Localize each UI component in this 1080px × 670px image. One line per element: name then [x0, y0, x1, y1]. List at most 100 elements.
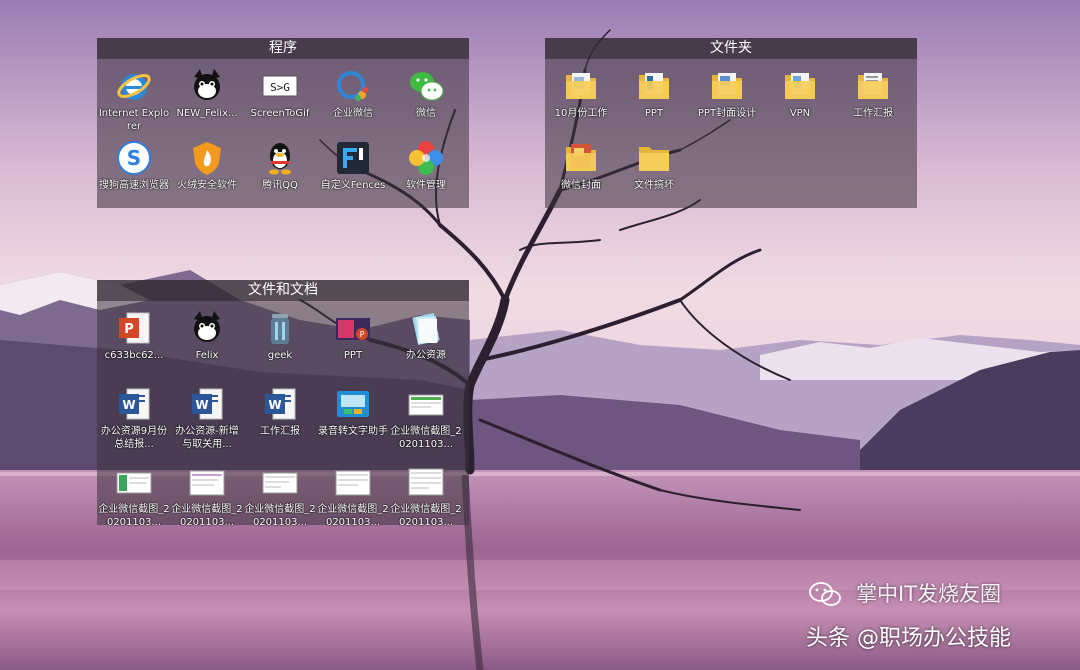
desktop-icon-sogou-browser[interactable]: S 搜狗高速浏览器	[98, 139, 170, 192]
desktop-icon-software-manager[interactable]: 软件管理	[390, 139, 462, 192]
desktop-folder-file-damaged[interactable]: 文件搞坏	[618, 139, 690, 192]
felix-cat-icon	[188, 309, 226, 347]
desktop-icon-internet-explorer[interactable]: Internet Explorer	[98, 67, 170, 133]
desktop-file-word-new-follow[interactable]: W 办公资源-新增与取关用...	[171, 385, 243, 451]
word-file-icon: W	[261, 385, 299, 423]
powerpoint-file-icon: P	[115, 309, 153, 347]
icon-label: 10月份工作	[554, 108, 608, 119]
icon-label: Felix	[195, 350, 219, 361]
desktop-icon-wechat[interactable]: 微信	[390, 67, 462, 120]
desktop-file-ppt-image[interactable]: P PPT	[317, 309, 389, 362]
icon-label: 办公资源9月份总结报...	[100, 426, 168, 450]
desktop-icon-qq[interactable]: 腾讯QQ	[244, 139, 316, 192]
folder-icon	[708, 67, 746, 105]
desktop-folder-wechat-cover[interactable]: 微信封面	[545, 139, 617, 192]
svg-text:S: S	[127, 146, 141, 170]
icon-label: 录音转文字助手	[318, 426, 388, 437]
fence-grid-documents: P c633bc62... Felix geek P PPT 办公资源 W 办公…	[97, 301, 469, 528]
felix-cat-icon	[188, 67, 226, 105]
desktop-file-ppt-c633[interactable]: P c633bc62...	[98, 309, 170, 362]
icon-label: PPT封面设计	[697, 108, 757, 119]
desktop-file-felix[interactable]: Felix	[171, 309, 243, 362]
wechat-icon	[407, 67, 445, 105]
watermark-account-name: 掌中IT发烧友圈	[856, 582, 1002, 606]
desktop-folder-work-report[interactable]: 工作汇报	[837, 67, 909, 120]
folder-icon	[635, 67, 673, 105]
recorder-app-icon	[334, 385, 372, 423]
desktop-folder-october-work[interactable]: 10月份工作	[545, 67, 617, 120]
word-file-icon: W	[188, 385, 226, 423]
fence-programs[interactable]: 程序 Internet Explorer NEW_Felix... S>G Sc…	[97, 38, 469, 208]
icon-label: PPT	[343, 350, 363, 361]
desktop-file-word-sept-report[interactable]: W 办公资源9月份总结报...	[98, 385, 170, 451]
folder-icon	[562, 67, 600, 105]
svg-text:S>G: S>G	[270, 81, 290, 94]
icon-label: 企业微信截图_20201103...	[390, 426, 462, 450]
fence-title-folders[interactable]: 文件夹	[545, 38, 917, 59]
icon-label: PPT	[644, 108, 664, 119]
screenshot-file-icon	[407, 463, 445, 501]
icon-label: 工作汇报	[260, 426, 300, 437]
screenshot-file-icon	[115, 463, 153, 501]
desktop-file-screenshot-6[interactable]: 企业微信截图_20201103...	[390, 463, 462, 529]
svg-text:W: W	[268, 398, 281, 412]
desktop-folder-vpn[interactable]: VPN	[764, 67, 836, 120]
internet-explorer-icon	[115, 67, 153, 105]
icon-label: 微信封面	[561, 180, 601, 191]
icon-label: VPN	[789, 108, 811, 119]
desktop-file-screenshot-3[interactable]: 企业微信截图_20201103...	[171, 463, 243, 529]
desktop-app-recorder[interactable]: 录音转文字助手	[317, 385, 389, 438]
desktop-icon-new-felix[interactable]: NEW_Felix...	[171, 67, 243, 120]
icon-label: 企业微信截图_20201103...	[244, 504, 316, 528]
desktop-icon-wecom[interactable]: 企业微信	[317, 67, 389, 120]
desktop-icon-screentogif[interactable]: S>G ScreenToGif	[244, 67, 316, 120]
icon-label: geek	[267, 350, 293, 361]
svg-text:W: W	[195, 398, 208, 412]
icon-label: 自定义Fences	[320, 180, 386, 191]
desktop-folder-ppt-cover-design[interactable]: PPT封面设计	[691, 67, 763, 120]
icon-label: 微信	[416, 108, 436, 119]
desktop-file-screenshot-4[interactable]: 企业微信截图_20201103...	[244, 463, 316, 529]
icon-label: c633bc62...	[104, 350, 164, 361]
icon-label: NEW_Felix...	[176, 108, 238, 119]
svg-text:W: W	[122, 398, 135, 412]
desktop-file-word-work-report[interactable]: W 工作汇报	[244, 385, 316, 438]
folder-icon	[562, 139, 600, 177]
icon-label: 软件管理	[406, 180, 446, 191]
fence-title-programs[interactable]: 程序	[97, 38, 469, 59]
screenshot-file-icon	[188, 463, 226, 501]
geek-uninstaller-icon	[261, 309, 299, 347]
icon-label: 搜狗高速浏览器	[99, 180, 169, 191]
desktop-file-screenshot-2[interactable]: 企业微信截图_20201103...	[98, 463, 170, 529]
desktop-icon-huorong[interactable]: 火绒安全软件	[171, 139, 243, 192]
fence-folders[interactable]: 文件夹 10月份工作 PPT PPT封面设计 VPN 工作汇报 微信封面 文件搞…	[545, 38, 917, 208]
watermark-toutiao-credit: 头条 @职场办公技能	[806, 626, 1011, 651]
huorong-security-icon	[188, 139, 226, 177]
screenshot-file-icon	[334, 463, 372, 501]
fence-documents[interactable]: 文件和文档 P c633bc62... Felix geek P PPT 办公资…	[97, 280, 469, 528]
fence-grid-folders: 10月份工作 PPT PPT封面设计 VPN 工作汇报 微信封面 文件搞坏	[545, 59, 917, 208]
fence-grid-programs: Internet Explorer NEW_Felix... S>G Scree…	[97, 59, 469, 208]
desktop-file-geek[interactable]: geek	[244, 309, 316, 362]
icon-label: 企业微信截图_20201103...	[390, 504, 462, 528]
desktop-file-screenshot-1[interactable]: 企业微信截图_20201103...	[390, 385, 462, 451]
screentogif-icon: S>G	[261, 67, 299, 105]
software-manager-icon	[407, 139, 445, 177]
icon-label: 企业微信截图_20201103...	[171, 504, 243, 528]
wecom-icon	[334, 67, 372, 105]
folder-icon	[635, 139, 673, 177]
sogou-browser-icon: S	[115, 139, 153, 177]
desktop-folder-ppt[interactable]: PPT	[618, 67, 690, 120]
icon-label: Internet Explorer	[98, 108, 170, 132]
office-resource-icon	[407, 309, 445, 347]
icon-label: 企业微信	[333, 108, 373, 119]
desktop-icon-fences[interactable]: 自定义Fences	[317, 139, 389, 192]
icon-label: 企业微信截图_20201103...	[98, 504, 170, 528]
word-file-icon: W	[115, 385, 153, 423]
desktop-file-office-resource[interactable]: 办公资源	[390, 309, 462, 362]
qq-penguin-icon	[261, 139, 299, 177]
fence-title-documents[interactable]: 文件和文档	[97, 280, 469, 301]
ppt-image-icon: P	[334, 309, 372, 347]
desktop-file-screenshot-5[interactable]: 企业微信截图_20201103...	[317, 463, 389, 529]
icon-label: 办公资源	[406, 350, 446, 361]
